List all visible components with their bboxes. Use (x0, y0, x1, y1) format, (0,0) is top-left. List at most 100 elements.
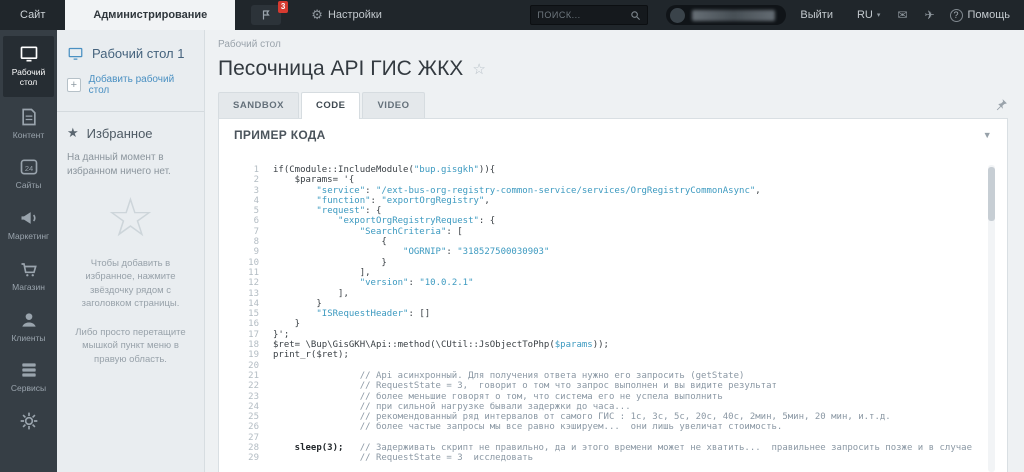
line-number: 2 (253, 175, 259, 186)
favorites-hint-add: Чтобы добавить в избранное, нажмите звёз… (81, 258, 180, 309)
code-line: 27 (235, 433, 995, 443)
language-selector[interactable]: RU ▾ (857, 9, 880, 21)
line-number: 26 (248, 422, 259, 433)
code-line: 17}'; (235, 330, 995, 340)
tab-sandbox[interactable]: SANDBOX (218, 92, 300, 119)
svg-text:24: 24 (24, 164, 32, 173)
code-text: // RequestState = 3 исследовать (273, 453, 534, 464)
search-box[interactable] (530, 5, 649, 25)
code-text: // Api асинхронный. Для получения ответа… (273, 370, 745, 381)
sidebar-item-more[interactable] (0, 403, 57, 444)
line-number: 16 (248, 319, 259, 330)
mail-icon[interactable]: ✉ (897, 8, 907, 22)
user-menu[interactable] (666, 5, 787, 25)
gear-icon (19, 411, 39, 431)
code-text: "function": "exportOrgRegistry", (316, 195, 490, 206)
tabs-row: SANDBOX CODE VIDEO (218, 92, 1008, 119)
line-number: 15 (248, 309, 259, 320)
line-number: 11 (248, 267, 259, 278)
line-number: 22 (248, 381, 259, 392)
settings-button[interactable]: ⚙ Настройки (311, 8, 382, 23)
sidebar-item-marketing[interactable]: Маркетинг (0, 200, 57, 251)
code-text: "exportOrgRegistryRequest": { (338, 216, 496, 227)
title-row: Песочница API ГИС ЖКХ ☆ (218, 57, 1008, 81)
settings-label: Настройки (327, 9, 382, 21)
plane-icon[interactable]: ✈ (924, 8, 934, 22)
code-line: 2 $params= '{ (235, 175, 995, 185)
sidebar-item-desktop[interactable]: Рабочий стол (3, 36, 54, 97)
page-body: Рабочий стол Контент 24 Сайты Маркетинг Магаз… (0, 30, 1024, 472)
line-number: 24 (248, 401, 259, 412)
code-line: 20 (235, 361, 995, 371)
nav-item-label: Контент (12, 129, 45, 140)
notifications-button[interactable]: 3 (251, 1, 289, 25)
line-number: 19 (248, 350, 259, 361)
favorite-star-icon[interactable]: ☆ (472, 60, 485, 78)
plus-icon: + (67, 78, 81, 92)
code-line: 22 // RequestState = 3, говорит о том чт… (235, 381, 995, 391)
tab-code[interactable]: CODE (301, 92, 361, 119)
page-title: Песочница API ГИС ЖКХ (218, 57, 464, 80)
code-editor[interactable]: 1 if(Cmodule::IncludeModule("bup.gisgkh")… (235, 165, 995, 472)
line-number: 29 (248, 453, 259, 464)
line-number: 3 (253, 185, 259, 196)
favorites-header: ★ Избранное (67, 126, 194, 141)
nav-item-label: Рабочий стол (11, 67, 46, 87)
favorites-hint-drag: Либо просто перетащите мышкой пункт меню… (75, 327, 186, 365)
tab-video[interactable]: VIDEO (362, 92, 425, 119)
code-line: 14 } (235, 299, 995, 309)
code-text: "request": { (316, 206, 382, 217)
desktop-header[interactable]: Рабочий стол 1 (67, 46, 194, 61)
code-example-panel: ПРИМЕР КОДА ▼ 1 if(Cmodule::IncludeModule… (218, 118, 1008, 472)
code-text: // RequestState = 3, говорит о том что з… (273, 381, 777, 392)
avatar (670, 7, 686, 23)
line-number: 5 (253, 206, 259, 217)
code-line: 9 "OGRNIP": "318527500030903" (235, 247, 995, 257)
line-number: 7 (253, 226, 259, 237)
tab-site[interactable]: Сайт (0, 0, 65, 30)
sidebar-item-sites[interactable]: 24 Сайты (0, 149, 57, 200)
code-line: 25 // рекомендованный ряд интервалов от … (235, 412, 995, 422)
pin-icon[interactable] (995, 98, 1008, 111)
favorites-title: Избранное (86, 126, 153, 141)
notification-badge: 3 (277, 1, 289, 13)
code-text: "ISRequestHeader": [] (316, 309, 431, 320)
add-desktop-button[interactable]: + Добавить рабочий стол (67, 74, 194, 96)
line-number: 8 (253, 237, 259, 248)
search-input[interactable] (537, 10, 631, 20)
line-number: 23 (248, 391, 259, 402)
code-line: 6 "exportOrgRegistryRequest": { (235, 216, 995, 226)
code-text: $ret= \Bup\GisGKH\Api::method(\CUtil::Js… (273, 340, 609, 351)
breadcrumb[interactable]: Рабочий стол (218, 39, 1008, 50)
line-number: 1 (253, 165, 259, 175)
code-line: 11 ], (235, 268, 995, 278)
code-line: 23 // более меньшие говорят о том, что с… (235, 392, 995, 402)
help-button[interactable]: ? Помощь (949, 8, 1010, 22)
line-number: 28 (248, 443, 259, 454)
sidebar-item-services[interactable]: Сервисы (0, 352, 57, 403)
question-icon: ? (949, 8, 963, 22)
search-icon[interactable] (630, 10, 641, 21)
code-text: "SearchCriteria": [ (359, 226, 463, 237)
store-icon (19, 259, 39, 279)
code-lines: 1 if(Cmodule::IncludeModule("bup.gisgkh")… (235, 165, 995, 464)
scrollbar-handle[interactable] (988, 167, 995, 221)
code-text: print_r($ret); (273, 350, 349, 361)
main-content: Рабочий стол Песочница API ГИС ЖКХ ☆ SAN… (205, 30, 1024, 472)
tab-administration[interactable]: Администрирование (65, 0, 236, 30)
sidebar-item-store[interactable]: Магазин (0, 251, 57, 302)
sidebar-item-content[interactable]: Контент (0, 99, 57, 150)
code-scrollbar[interactable] (988, 165, 995, 472)
line-number: 27 (248, 432, 259, 443)
collapse-caret-icon[interactable]: ▼ (983, 130, 992, 140)
code-line: 16 } (235, 319, 995, 329)
code-line: 12 "version": "10.0.2.1" (235, 278, 995, 288)
marketing-icon (19, 208, 39, 228)
logout-link[interactable]: Выйти (800, 9, 833, 21)
code-line: 3 "service": "/ext-bus-org-registry-comm… (235, 186, 995, 196)
sidebar-item-clients[interactable]: Клиенты (0, 302, 57, 353)
code-text: $params= '{ (273, 175, 355, 186)
line-number: 20 (248, 360, 259, 371)
code-text: }'; (273, 329, 290, 340)
